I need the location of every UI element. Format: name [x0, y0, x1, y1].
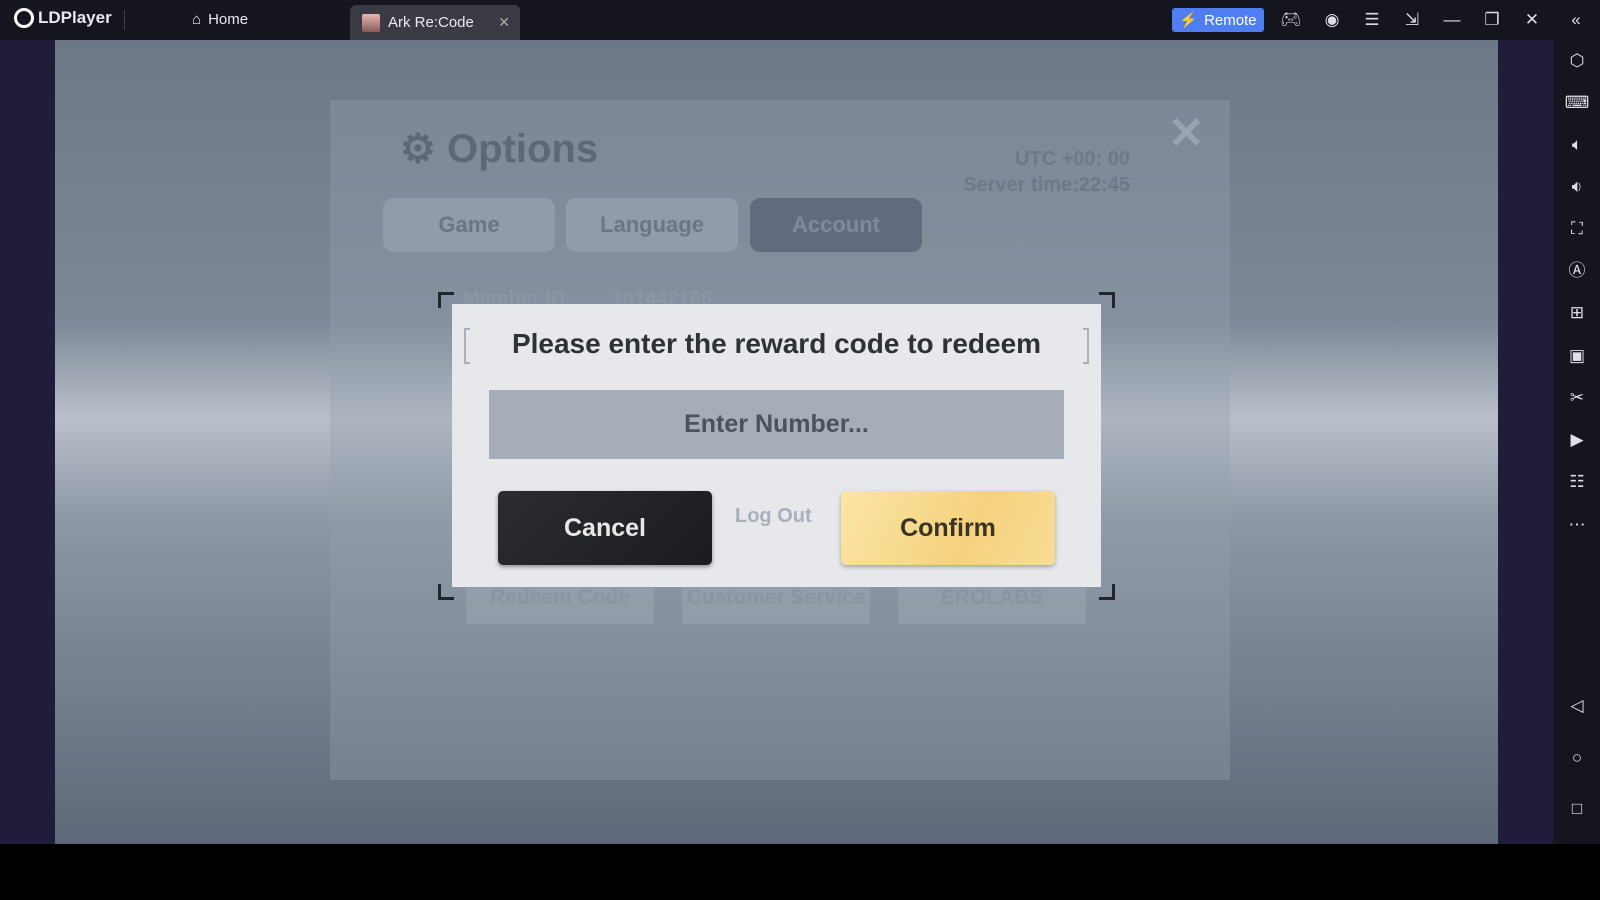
- tab-game-settings[interactable]: Game: [383, 198, 555, 252]
- back-icon[interactable]: ◁: [1564, 693, 1590, 719]
- keyboard-icon[interactable]: ⌨: [1564, 90, 1590, 116]
- tab-home[interactable]: ⌂ Home: [192, 11, 248, 28]
- restore-icon[interactable]: ❐: [1481, 9, 1503, 31]
- dialog-title: Please enter the reward code to redeem: [511, 328, 1042, 359]
- right-border: [1498, 40, 1553, 844]
- divider: [124, 10, 125, 30]
- options-title-text: Options: [446, 127, 599, 171]
- reward-code-input[interactable]: [489, 390, 1064, 459]
- ldplayer-logo-icon: [14, 8, 34, 28]
- title-bar: LDPlayer ⌂ Home Ark Re:Code ✕ ⚡ Remote 🎮︎ ◉…: [0, 0, 1600, 40]
- record-icon[interactable]: ▶: [1564, 427, 1590, 453]
- scissors-icon[interactable]: ✂: [1564, 385, 1590, 411]
- menu-icon[interactable]: ☰: [1361, 9, 1383, 31]
- log-out-button[interactable]: Log Out: [735, 505, 812, 528]
- tab-ark-recode[interactable]: Ark Re:Code ✕: [350, 5, 520, 40]
- volume-up-icon[interactable]: 🔈︎: [1564, 132, 1590, 158]
- remote-button[interactable]: ⚡ Remote: [1172, 8, 1264, 32]
- frame-corner: [1099, 584, 1115, 600]
- close-icon[interactable]: ✕: [1521, 9, 1543, 31]
- bottom-bar: [0, 844, 1600, 900]
- confirm-button[interactable]: Confirm: [841, 491, 1055, 565]
- utc-label: UTC +00: 00: [1014, 148, 1130, 170]
- gamepad-icon[interactable]: 🎮︎: [1280, 9, 1302, 31]
- game-thumbnail-icon: [362, 13, 380, 32]
- sync-icon[interactable]: ☷: [1564, 469, 1590, 495]
- options-title: ⚙ Options: [400, 127, 599, 171]
- lightning-icon: ⚡: [1179, 12, 1199, 29]
- volume-down-icon[interactable]: 🔉︎: [1564, 174, 1590, 200]
- close-tab-icon[interactable]: ✕: [498, 14, 510, 31]
- add-window-icon[interactable]: ⊞: [1564, 300, 1590, 326]
- tab-label: Ark Re:Code: [388, 14, 474, 31]
- tab-language[interactable]: Language: [566, 198, 738, 252]
- screenshot-icon[interactable]: ⛶: [1564, 216, 1590, 242]
- home-icon: ⌂: [192, 11, 202, 28]
- recents-icon[interactable]: □: [1564, 796, 1590, 822]
- left-border: [0, 40, 55, 844]
- settings-icon[interactable]: ⬡: [1564, 48, 1590, 74]
- app-name: LDPlayer: [38, 8, 112, 27]
- options-close-icon[interactable]: ✕: [1168, 108, 1205, 159]
- frame-corner: [1099, 292, 1115, 308]
- tab-label: Home: [208, 11, 249, 28]
- tab-account[interactable]: Account: [750, 198, 922, 252]
- ldplayer-logo: LDPlayer: [14, 8, 112, 28]
- auto-icon[interactable]: Ⓐ: [1564, 258, 1590, 284]
- server-time: Server time:22:45: [963, 174, 1130, 196]
- redeem-dialog: Please enter the reward code to redeem C…: [452, 304, 1101, 587]
- minimize-icon[interactable]: —: [1441, 9, 1463, 31]
- collapse-icon[interactable]: «: [1565, 9, 1587, 31]
- home-circle-icon[interactable]: ○: [1564, 745, 1590, 771]
- remote-label: Remote: [1204, 11, 1257, 29]
- apk-icon[interactable]: ▣: [1564, 343, 1590, 369]
- resize-icon[interactable]: ⇲: [1401, 9, 1423, 31]
- more-icon[interactable]: ⋯: [1564, 512, 1590, 538]
- server-time-info: UTC +00: 00 Server time:22:45: [963, 146, 1130, 198]
- cancel-button[interactable]: Cancel: [498, 491, 712, 565]
- account-icon[interactable]: ◉: [1321, 9, 1343, 31]
